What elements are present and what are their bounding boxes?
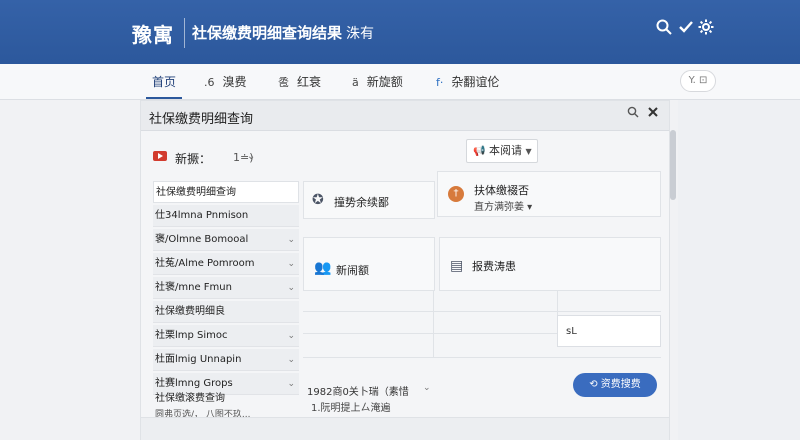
bottom-line-1: 1982商0关卜瑞（素惜 [307, 387, 409, 398]
card-label: 报费涛患 [472, 260, 516, 273]
card-label: 撞势余续鄙 [334, 196, 389, 209]
list-item-label: 社栗lmp Simoc [155, 330, 228, 341]
tab-icon: ä [352, 76, 359, 89]
card-report[interactable]: ▤ 报费涛患 [439, 237, 661, 291]
list-item[interactable]: 社栗lmp Simoc ⌄ [153, 325, 299, 347]
chevron-down-icon[interactable]: ⌄ [423, 383, 431, 393]
list-item[interactable]: 社保缴费明细查询 [153, 181, 299, 203]
list-item-label: 社赛lmng Grops [155, 378, 233, 389]
check-icon[interactable] [676, 19, 696, 39]
grid-line [303, 311, 661, 312]
list-item[interactable]: 社保缴费明细良 [153, 301, 299, 323]
card-label: 扶体缴裰否 [474, 184, 529, 197]
filter-label: 新撅： [175, 152, 212, 166]
page-title: 社保缴费明细查询结果 [192, 24, 343, 42]
query-panel: 社保缴费明细查询 新撅： 1≐) ⌄ 📢 本阅请 ▼ 社保缴费明细查询 仕34l… [140, 100, 670, 440]
chevron-down-icon[interactable]: ⌄ [287, 349, 295, 371]
app-logo[interactable]: 豫寓 [132, 19, 174, 48]
grid-line [433, 291, 434, 357]
chevron-down-icon[interactable]: ⌄ [287, 253, 295, 275]
bottom-line-2: 1.阮明提上ㄙ淹遍 [311, 403, 391, 414]
tab-label: 红衰 [297, 75, 322, 89]
header-subtitle[interactable]: 洙有 [346, 23, 374, 43]
search-icon[interactable] [627, 106, 639, 122]
list-item-label: 仕34lmna Pnmison [155, 210, 249, 221]
card-quick[interactable]: ✪ 撞势余续鄙 [303, 181, 435, 219]
list-item-label: 杜面lmig Unnapin [155, 354, 242, 365]
button-label: 资费搜费 [600, 379, 641, 390]
scope-dropdown[interactable]: 📢 本阅请 ▼ [466, 139, 538, 163]
scrollbar[interactable] [670, 130, 676, 200]
panel-header: 社保缴费明细查询 [141, 101, 669, 131]
tab-icon: 卺 [278, 76, 289, 89]
tab-new[interactable]: ä 新旋额 [352, 73, 403, 90]
list-item-label: 社保缴费明细查询 [156, 187, 236, 198]
chevron-down-icon[interactable]: ⌄ [287, 229, 295, 251]
category-list: 社保缴费明细查询 仕34lmna Pnmison 褒/Olmne Bomooal… [153, 181, 299, 420]
main-nav: 首页 .6 溴费 卺红衰 ä 新旋额 f· 杂翻谊伦 Y. ⊡ [0, 64, 800, 100]
list-item[interactable]: 社褒/mne Fmun ⌄ [153, 277, 299, 299]
tab-red[interactable]: 卺红衰 [278, 73, 321, 90]
report-icon: ▤ [450, 258, 464, 274]
video-icon [153, 151, 167, 161]
info-icon: † [448, 186, 464, 202]
list-item-label: 社褒/mne Fmun [155, 282, 232, 293]
list-footer-title[interactable]: 社保缴滚费查询 [155, 389, 301, 404]
users-icon: 👥 [314, 260, 332, 276]
close-icon[interactable] [647, 106, 659, 122]
tab-icon: .6 [204, 76, 215, 89]
grid-line [557, 291, 558, 315]
note-box[interactable]: sL [557, 315, 661, 347]
megaphone-icon: 📢 [473, 146, 486, 157]
tab-label: 溴费 [222, 75, 247, 89]
chevron-down-icon[interactable]: ⌄ [247, 151, 255, 162]
tab-home[interactable]: 首页 [145, 73, 183, 99]
tab-label: 新旋额 [366, 75, 403, 89]
refresh-icon: ⟲ [589, 379, 598, 390]
dropdown-label: 本阅请 [488, 144, 522, 157]
grid-line [303, 357, 661, 358]
search-icon[interactable] [654, 19, 674, 39]
list-item[interactable]: 杜面lmig Unnapin ⌄ [153, 349, 299, 371]
chevron-down-icon[interactable]: ⌄ [287, 277, 295, 299]
tab-label: 首页 [152, 75, 177, 89]
card-sub[interactable]: 直方满弥姜 ▾ [474, 198, 532, 213]
list-item-label: 社菟/Alme Pomroom [155, 258, 255, 269]
caret-down-icon: ▼ [525, 147, 532, 156]
chevron-down-icon[interactable]: ⌄ [287, 325, 295, 347]
tab-misc[interactable]: f· 杂翻谊伦 [436, 73, 499, 90]
app-header: 豫寓 社保缴费明细查询结果 洙有 [0, 0, 800, 64]
search-fees-button[interactable]: ⟲ 资费搜费 [573, 373, 657, 397]
card-label: 新闹额 [336, 264, 369, 277]
list-footer: 社保缴滚费查询 圆弗页选/， 八图不玖... [155, 389, 301, 420]
list-item[interactable]: 仕34lmna Pnmison [153, 205, 299, 227]
tab-label: 杂翻谊伦 [451, 75, 500, 89]
list-item-label: 褒/Olmne Bomooal [155, 234, 249, 245]
star-icon: ✪ [312, 192, 324, 208]
card-new[interactable]: 👥 新闹额 [303, 237, 435, 291]
header-divider [184, 18, 185, 48]
list-item[interactable]: 社菟/Alme Pomroom ⌄ [153, 253, 299, 275]
gear-icon[interactable] [696, 19, 716, 39]
tab-icon: f· [436, 76, 444, 89]
list-item-label: 社保缴费明细良 [155, 306, 225, 317]
right-gutter [678, 100, 800, 440]
bottom-strip [141, 417, 669, 440]
nav-right-button[interactable]: Y. ⊡ [680, 70, 716, 92]
card-payment[interactable]: † 扶体缴裰否 直方满弥姜 ▾ [437, 171, 661, 217]
tab-fees[interactable]: .6 溴费 [204, 73, 247, 90]
list-item[interactable]: 褒/Olmne Bomooal ⌄ [153, 229, 299, 251]
panel-title: 社保缴费明细查询 [149, 112, 254, 127]
